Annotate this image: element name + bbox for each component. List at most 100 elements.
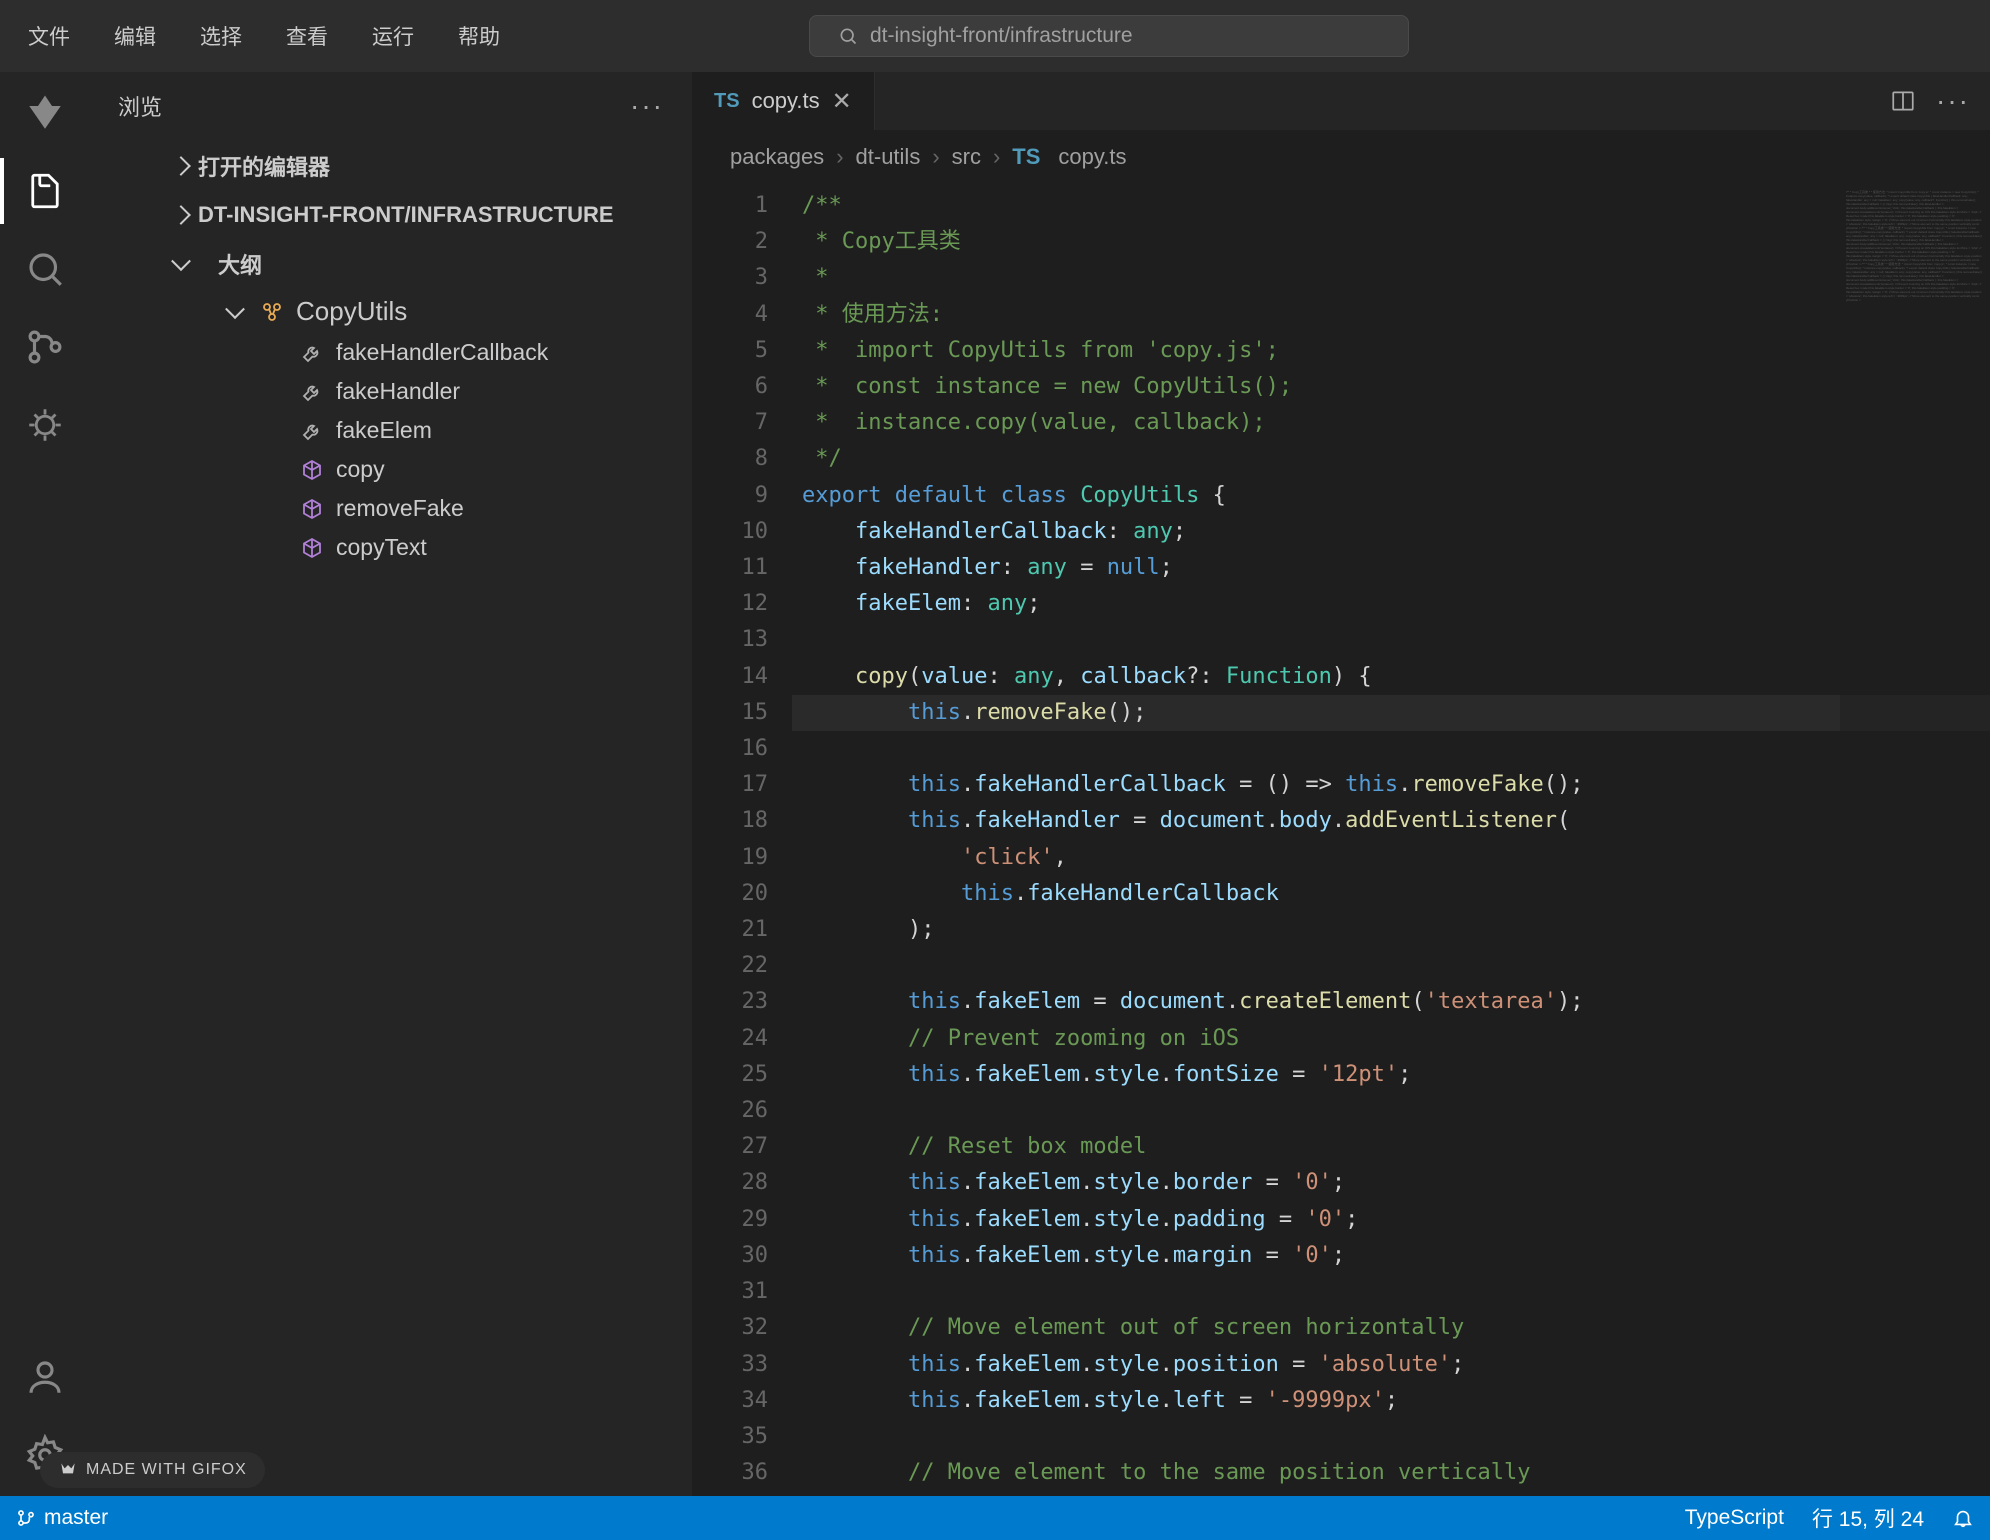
menu-item[interactable]: 文件 bbox=[20, 17, 78, 55]
code-line[interactable]: * 使用方法: bbox=[792, 297, 1990, 333]
code-line[interactable]: export default class CopyUtils { bbox=[792, 478, 1990, 514]
code-line[interactable]: * bbox=[792, 260, 1990, 296]
outline-member[interactable]: fakeElem bbox=[90, 411, 692, 450]
line-number: 3 bbox=[692, 260, 768, 296]
search-icon bbox=[838, 26, 858, 46]
outline-section[interactable]: 大纲 bbox=[90, 238, 692, 290]
menu-item[interactable]: 编辑 bbox=[106, 17, 164, 55]
code-line[interactable]: this.fakeElem.style.left = '-9999px'; bbox=[792, 1383, 1990, 1419]
code-line[interactable]: fakeElem: any; bbox=[792, 586, 1990, 622]
split-editor-icon[interactable] bbox=[1890, 88, 1916, 114]
outline-class-label: CopyUtils bbox=[296, 296, 407, 327]
code-line[interactable] bbox=[792, 1274, 1990, 1310]
code-line[interactable]: fakeHandler: any = null; bbox=[792, 550, 1990, 586]
language-indicator[interactable]: TypeScript bbox=[1685, 1506, 1784, 1530]
project-section[interactable]: DT-INSIGHT-FRONT/INFRASTRUCTURE bbox=[90, 192, 692, 238]
line-number: 14 bbox=[692, 659, 768, 695]
tab-copy-ts[interactable]: TS copy.ts ✕ bbox=[692, 72, 875, 130]
debug-icon[interactable] bbox=[24, 404, 66, 446]
code-line[interactable]: // Prevent zooming on iOS bbox=[792, 1021, 1990, 1057]
code-line[interactable]: this.fakeHandlerCallback = () => this.re… bbox=[792, 767, 1990, 803]
code-line[interactable]: this.fakeElem = document.createElement('… bbox=[792, 984, 1990, 1020]
minimap[interactable]: /** * Copy工具类 * * 使用方法: * import CopyUti… bbox=[1840, 184, 1990, 1496]
code-line[interactable] bbox=[792, 1093, 1990, 1129]
line-number: 17 bbox=[692, 767, 768, 803]
line-number: 35 bbox=[692, 1419, 768, 1455]
breadcrumb-item[interactable]: copy.ts bbox=[1058, 144, 1126, 170]
code-line[interactable]: this.fakeHandlerCallback bbox=[792, 876, 1990, 912]
code-line[interactable] bbox=[792, 948, 1990, 984]
line-number: 32 bbox=[692, 1310, 768, 1346]
title-bar: 文件编辑选择查看运行帮助 dt-insight-front/infrastruc… bbox=[0, 0, 1990, 72]
outline-class[interactable]: CopyUtils bbox=[90, 290, 692, 333]
code-line[interactable]: */ bbox=[792, 441, 1990, 477]
code-line[interactable]: fakeHandlerCallback: any; bbox=[792, 514, 1990, 550]
code-line[interactable]: * Copy工具类 bbox=[792, 224, 1990, 260]
code-line[interactable]: 'click', bbox=[792, 840, 1990, 876]
explorer-icon[interactable] bbox=[24, 170, 66, 212]
code-line[interactable]: /** bbox=[792, 188, 1990, 224]
open-editors-section[interactable]: 打开的编辑器 bbox=[90, 140, 692, 192]
line-number: 18 bbox=[692, 803, 768, 839]
line-number: 16 bbox=[692, 731, 768, 767]
line-number: 19 bbox=[692, 840, 768, 876]
line-number: 30 bbox=[692, 1238, 768, 1274]
outline-member-label: copy bbox=[336, 456, 385, 483]
code-line[interactable]: * const instance = new CopyUtils(); bbox=[792, 369, 1990, 405]
search-activity-icon[interactable] bbox=[24, 248, 66, 290]
line-number: 24 bbox=[692, 1021, 768, 1057]
close-icon[interactable]: ✕ bbox=[832, 87, 852, 116]
code-line[interactable]: * instance.copy(value, callback); bbox=[792, 405, 1990, 441]
code-line[interactable] bbox=[792, 622, 1990, 658]
menu-item[interactable]: 运行 bbox=[364, 17, 422, 55]
line-number: 7 bbox=[692, 405, 768, 441]
code-line[interactable]: this.fakeElem.style.border = '0'; bbox=[792, 1165, 1990, 1201]
fox-icon bbox=[58, 1460, 78, 1480]
breadcrumb-item[interactable]: packages bbox=[730, 144, 824, 170]
source-control-icon[interactable] bbox=[24, 326, 66, 368]
code-line[interactable]: copy(value: any, callback?: Function) { bbox=[792, 659, 1990, 695]
ts-file-icon: TS bbox=[1012, 144, 1040, 170]
line-number: 20 bbox=[692, 876, 768, 912]
outline-member[interactable]: fakeHandler bbox=[90, 372, 692, 411]
bell-icon[interactable] bbox=[1952, 1507, 1974, 1529]
code-line[interactable]: this.fakeElem.style.margin = '0'; bbox=[792, 1238, 1990, 1274]
outline-member[interactable]: copy bbox=[90, 450, 692, 489]
code-line[interactable] bbox=[792, 1419, 1990, 1455]
outline-member[interactable]: removeFake bbox=[90, 489, 692, 528]
code-line[interactable]: this.fakeElem.style.position = 'absolute… bbox=[792, 1347, 1990, 1383]
code-line[interactable]: const yPosition = bbox=[792, 1491, 1990, 1496]
line-number: 23 bbox=[692, 984, 768, 1020]
account-icon[interactable] bbox=[24, 1356, 66, 1398]
code-line[interactable]: this.fakeHandler = document.body.addEven… bbox=[792, 803, 1990, 839]
line-number: 4 bbox=[692, 297, 768, 333]
breadcrumb-item[interactable]: dt-utils bbox=[856, 144, 921, 170]
breadcrumb[interactable]: packages›dt-utils›src›TScopy.ts bbox=[692, 130, 1990, 184]
activity-bar bbox=[0, 72, 90, 1496]
code-line[interactable]: this.removeFake(); bbox=[792, 695, 1990, 731]
menu-item[interactable]: 帮助 bbox=[450, 17, 508, 55]
code-line[interactable]: // Reset box model bbox=[792, 1129, 1990, 1165]
code-line[interactable]: * import CopyUtils from 'copy.js'; bbox=[792, 333, 1990, 369]
gitlab-icon[interactable] bbox=[24, 92, 66, 134]
code-line[interactable]: this.fakeElem.style.padding = '0'; bbox=[792, 1202, 1990, 1238]
outline-member[interactable]: copyText bbox=[90, 528, 692, 567]
line-number: 13 bbox=[692, 622, 768, 658]
command-center[interactable]: dt-insight-front/infrastructure bbox=[809, 15, 1409, 57]
sidebar-more-icon[interactable]: ··· bbox=[630, 90, 664, 122]
code-line[interactable]: // Move element to the same position ver… bbox=[792, 1455, 1990, 1491]
code-line[interactable]: // Move element out of screen horizontal… bbox=[792, 1310, 1990, 1346]
cursor-position[interactable]: 行 15, 列 24 bbox=[1812, 1503, 1924, 1533]
search-text: dt-insight-front/infrastructure bbox=[870, 24, 1133, 48]
code-content[interactable]: /** * Copy工具类 * * 使用方法: * import CopyUti… bbox=[792, 184, 1990, 1496]
menu-item[interactable]: 查看 bbox=[278, 17, 336, 55]
breadcrumb-item[interactable]: src bbox=[952, 144, 981, 170]
code-line[interactable] bbox=[792, 731, 1990, 767]
code-line[interactable]: ); bbox=[792, 912, 1990, 948]
code-line[interactable]: this.fakeElem.style.fontSize = '12pt'; bbox=[792, 1057, 1990, 1093]
branch-indicator[interactable]: master bbox=[16, 1506, 108, 1530]
outline-member[interactable]: fakeHandlerCallback bbox=[90, 333, 692, 372]
code-area[interactable]: 1234567891011121314151617181920212223242… bbox=[692, 184, 1990, 1496]
menu-item[interactable]: 选择 bbox=[192, 17, 250, 55]
editor-more-icon[interactable]: ··· bbox=[1936, 85, 1970, 117]
